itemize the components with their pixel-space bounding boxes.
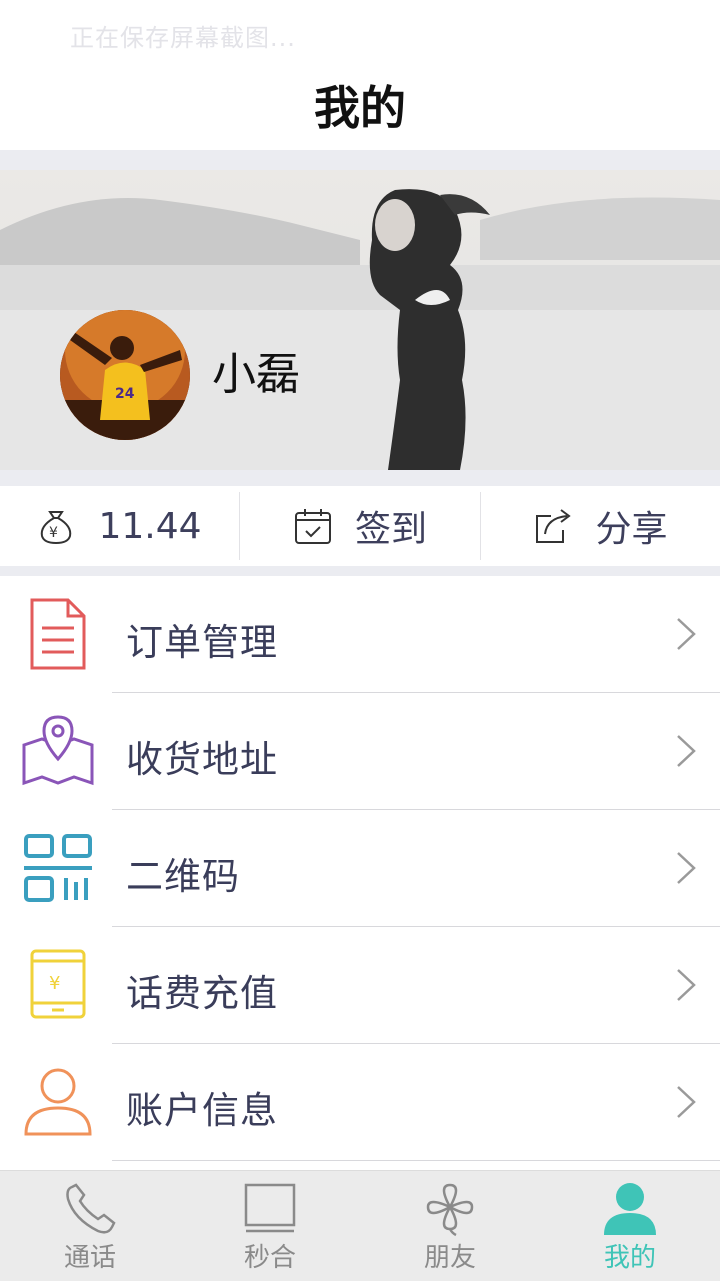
money-bag-icon: ¥	[41, 511, 72, 545]
share-icon	[536, 509, 572, 543]
menu-label: 账户信息	[126, 1089, 278, 1132]
quick-actions: ¥ 11.44 签到 分享	[0, 486, 720, 566]
svg-text:¥: ¥	[49, 973, 60, 994]
calendar-check-icon	[294, 509, 331, 544]
balance-value: 11.44	[98, 505, 202, 547]
profile-banner[interactable]: 24 小磊	[0, 170, 720, 470]
share-label: 分享	[595, 509, 668, 550]
divider	[0, 566, 720, 576]
tab-label: 秒合	[243, 1243, 296, 1273]
divider	[0, 470, 720, 486]
menu-item-account[interactable]: 账户信息	[0, 1044, 720, 1161]
chevron-right-icon	[677, 852, 696, 884]
page-title: 我的	[314, 81, 406, 135]
checkin-label: 签到	[354, 509, 427, 550]
screen-icon	[244, 1183, 296, 1233]
menu-label: 二维码	[126, 855, 240, 898]
header: 正在保存屏幕截图... 我的	[0, 0, 720, 150]
tab-mine[interactable]: 我的	[540, 1171, 720, 1281]
menu-item-address[interactable]: 收货地址	[0, 693, 720, 810]
tab-label: 朋友	[423, 1243, 476, 1273]
chevron-right-icon	[677, 1086, 696, 1118]
phone-yuan-icon: ¥	[30, 949, 86, 1019]
user-avatar[interactable]: 24	[60, 310, 190, 440]
tab-calls[interactable]: 通话	[0, 1171, 180, 1281]
checkin-button[interactable]: 签到	[240, 486, 480, 566]
divider	[0, 150, 720, 170]
tab-label: 通话	[63, 1243, 116, 1273]
menu-item-qrcode[interactable]: 二维码	[0, 810, 720, 927]
user-outline-icon	[24, 1068, 92, 1136]
menu-item-orders[interactable]: 订单管理	[0, 576, 720, 693]
menu-label: 订单管理	[126, 621, 278, 664]
svg-text:¥: ¥	[49, 525, 58, 541]
divider	[112, 1160, 720, 1161]
tab-friends[interactable]: 朋友	[360, 1171, 540, 1281]
share-button[interactable]: 分享	[481, 486, 720, 566]
screenshot-toast: 正在保存屏幕截图...	[70, 24, 296, 52]
document-icon	[30, 598, 86, 670]
chevron-right-icon	[677, 969, 696, 1001]
clover-icon	[426, 1183, 474, 1237]
tab-label: 我的	[603, 1243, 656, 1273]
chevron-right-icon	[677, 735, 696, 767]
chevron-right-icon	[677, 618, 696, 650]
balance-button[interactable]: ¥ 11.44	[0, 486, 238, 566]
menu-label: 收货地址	[126, 738, 278, 781]
map-pin-icon	[22, 715, 94, 786]
user-name: 小磊	[212, 349, 300, 400]
tab-miaohe[interactable]: 秒合	[180, 1171, 360, 1281]
qr-code-icon	[24, 834, 92, 902]
bottom-tab-bar: 通话 秒合 朋友 我的	[0, 1170, 720, 1281]
svg-text:24: 24	[115, 386, 135, 402]
person-icon	[604, 1183, 656, 1235]
menu-item-topup[interactable]: ¥ 话费充值	[0, 927, 720, 1044]
phone-icon	[66, 1183, 116, 1234]
menu-label: 话费充值	[126, 972, 278, 1015]
